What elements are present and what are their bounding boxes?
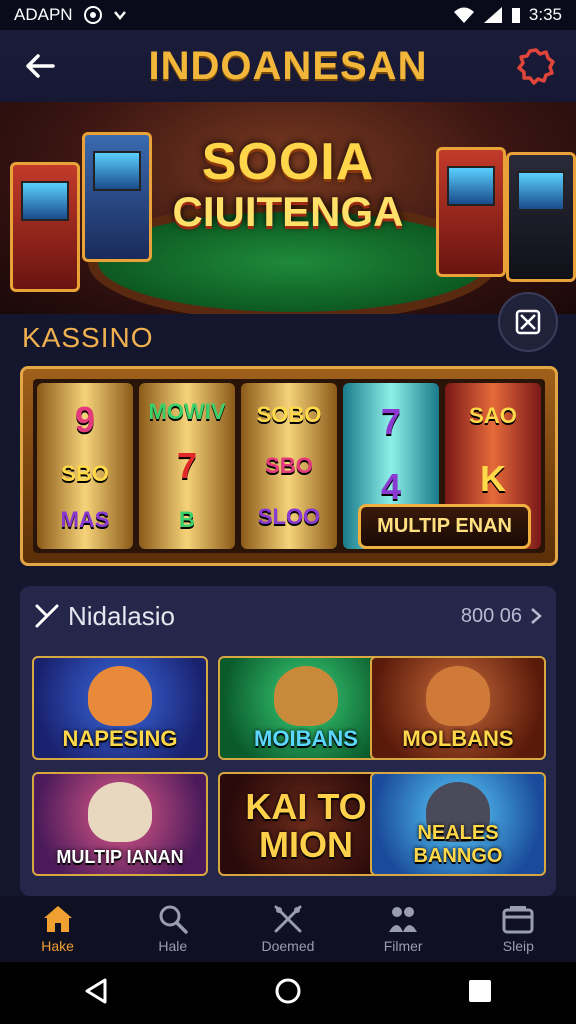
chevron-down-icon bbox=[113, 11, 126, 20]
nav-item-home[interactable]: Hake bbox=[8, 904, 108, 954]
see-all-link[interactable]: 800 06 bbox=[461, 605, 542, 628]
game-card-title: NEALES BANNGO bbox=[413, 822, 503, 867]
reel-symbol: K bbox=[480, 457, 506, 499]
reel-symbol: SAO bbox=[469, 403, 517, 429]
reel-symbol: 9 bbox=[74, 399, 96, 440]
section-title: KASSINO bbox=[22, 322, 154, 353]
reel-symbol: MOWIV bbox=[148, 399, 226, 424]
game-card-title: NAPESING bbox=[62, 726, 178, 751]
reel-symbol: 7 bbox=[380, 400, 402, 442]
character-image bbox=[426, 666, 490, 726]
games-panel: Nidalasio 800 06 NAPESING MOIBANS MOLBAN… bbox=[20, 586, 556, 896]
app-header: INDOANESAN bbox=[0, 30, 576, 102]
triangle-back-icon bbox=[85, 978, 107, 1003]
reel-symbol: B bbox=[179, 507, 195, 532]
reel-symbol: MAS bbox=[60, 507, 110, 532]
game-card[interactable]: MOLBANS bbox=[370, 656, 546, 760]
home-icon bbox=[43, 906, 72, 932]
nav-item-label: Hake bbox=[41, 938, 74, 954]
slot-reel: 9 SBO MAS bbox=[37, 383, 133, 549]
game-card[interactable]: NAPESING bbox=[32, 656, 208, 760]
nav-item-label: Hale bbox=[158, 938, 188, 954]
slot-machine[interactable]: 9 SBO MAS MOWIV 7 B SOBO SBO SLOO 7 4 SA… bbox=[20, 366, 558, 566]
back-button[interactable] bbox=[20, 46, 60, 86]
game-card[interactable]: MULTIP IANAN bbox=[32, 772, 208, 876]
close-banner-button[interactable] bbox=[498, 292, 558, 352]
bottom-nav: Hake Hale Doemed Filmer Sleip bbox=[0, 896, 576, 962]
circle-home-icon bbox=[275, 978, 301, 1003]
wifi-icon bbox=[453, 7, 474, 23]
hero-title: SOOIA bbox=[201, 133, 375, 191]
crossed-tools-icon bbox=[274, 905, 302, 933]
game-card-title: MOIBANS bbox=[254, 726, 358, 751]
crossed-tools-icon bbox=[35, 604, 59, 628]
gear-icon bbox=[517, 48, 555, 85]
multiplier-banner: MULTIP ENAN bbox=[358, 504, 531, 549]
character-image bbox=[88, 666, 152, 726]
reel-symbol: 7 bbox=[176, 445, 198, 486]
game-card[interactable]: KAI TO MION bbox=[218, 772, 394, 876]
reel-symbol: SLOO bbox=[257, 504, 321, 530]
reel-symbol: SOBO bbox=[256, 401, 322, 427]
wallet-icon bbox=[502, 906, 534, 934]
hero-banner[interactable]: SOOIA CIUITENGA bbox=[0, 102, 576, 314]
close-icon bbox=[515, 309, 541, 335]
games-count: 800 06 bbox=[460, 604, 522, 627]
reel-symbol: SBO bbox=[61, 461, 109, 486]
chevron-right-icon bbox=[531, 608, 542, 624]
battery-icon bbox=[511, 8, 520, 23]
system-back-button[interactable] bbox=[83, 977, 109, 1010]
status-bar: ADAPN 3:35 bbox=[0, 0, 576, 30]
games-title: Nidalasio bbox=[68, 600, 175, 631]
square-recents-icon bbox=[469, 979, 492, 1002]
nav-item-label: Doemed bbox=[261, 938, 315, 954]
game-card[interactable]: NEALES BANNGO bbox=[370, 772, 546, 876]
game-card-title: MOLBANS bbox=[402, 726, 514, 751]
record-icon bbox=[83, 6, 102, 24]
slot-reel: SOBO SBO SLOO bbox=[241, 383, 337, 549]
settings-button[interactable] bbox=[516, 46, 556, 86]
nav-item-search[interactable]: Hale bbox=[123, 904, 223, 954]
nav-item-people[interactable]: Filmer bbox=[353, 904, 453, 954]
nav-item-wallet[interactable]: Sleip bbox=[468, 904, 568, 954]
reel-symbol: SBO bbox=[265, 452, 313, 478]
arrow-left-icon bbox=[26, 54, 55, 78]
app-title: INDOANESAN bbox=[148, 43, 428, 88]
nav-item-label: Filmer bbox=[383, 938, 423, 954]
hero-subtitle: CIUITENGA bbox=[172, 188, 404, 235]
nav-item-label: Sleip bbox=[502, 938, 534, 954]
signal-icon bbox=[483, 7, 502, 23]
character-image bbox=[274, 666, 338, 726]
nav-item-tools[interactable]: Doemed bbox=[238, 904, 338, 954]
system-recents-button[interactable] bbox=[467, 978, 493, 1009]
clock: 3:35 bbox=[528, 5, 562, 24]
people-icon bbox=[389, 907, 418, 932]
slot-reel: MOWIV 7 B bbox=[139, 383, 235, 549]
system-home-button[interactable] bbox=[274, 977, 302, 1010]
character-image bbox=[88, 782, 152, 842]
carrier-label: ADAPN bbox=[14, 5, 73, 24]
system-nav-bar bbox=[0, 962, 576, 1024]
game-card[interactable]: MOIBANS bbox=[218, 656, 394, 760]
games-header: Nidalasio 800 06 bbox=[34, 596, 542, 636]
game-card-title: MULTIP IANAN bbox=[56, 847, 184, 867]
game-card-title: KAI TO MION bbox=[245, 786, 367, 865]
search-icon bbox=[159, 905, 188, 934]
reel-symbol: 4 bbox=[380, 465, 402, 507]
